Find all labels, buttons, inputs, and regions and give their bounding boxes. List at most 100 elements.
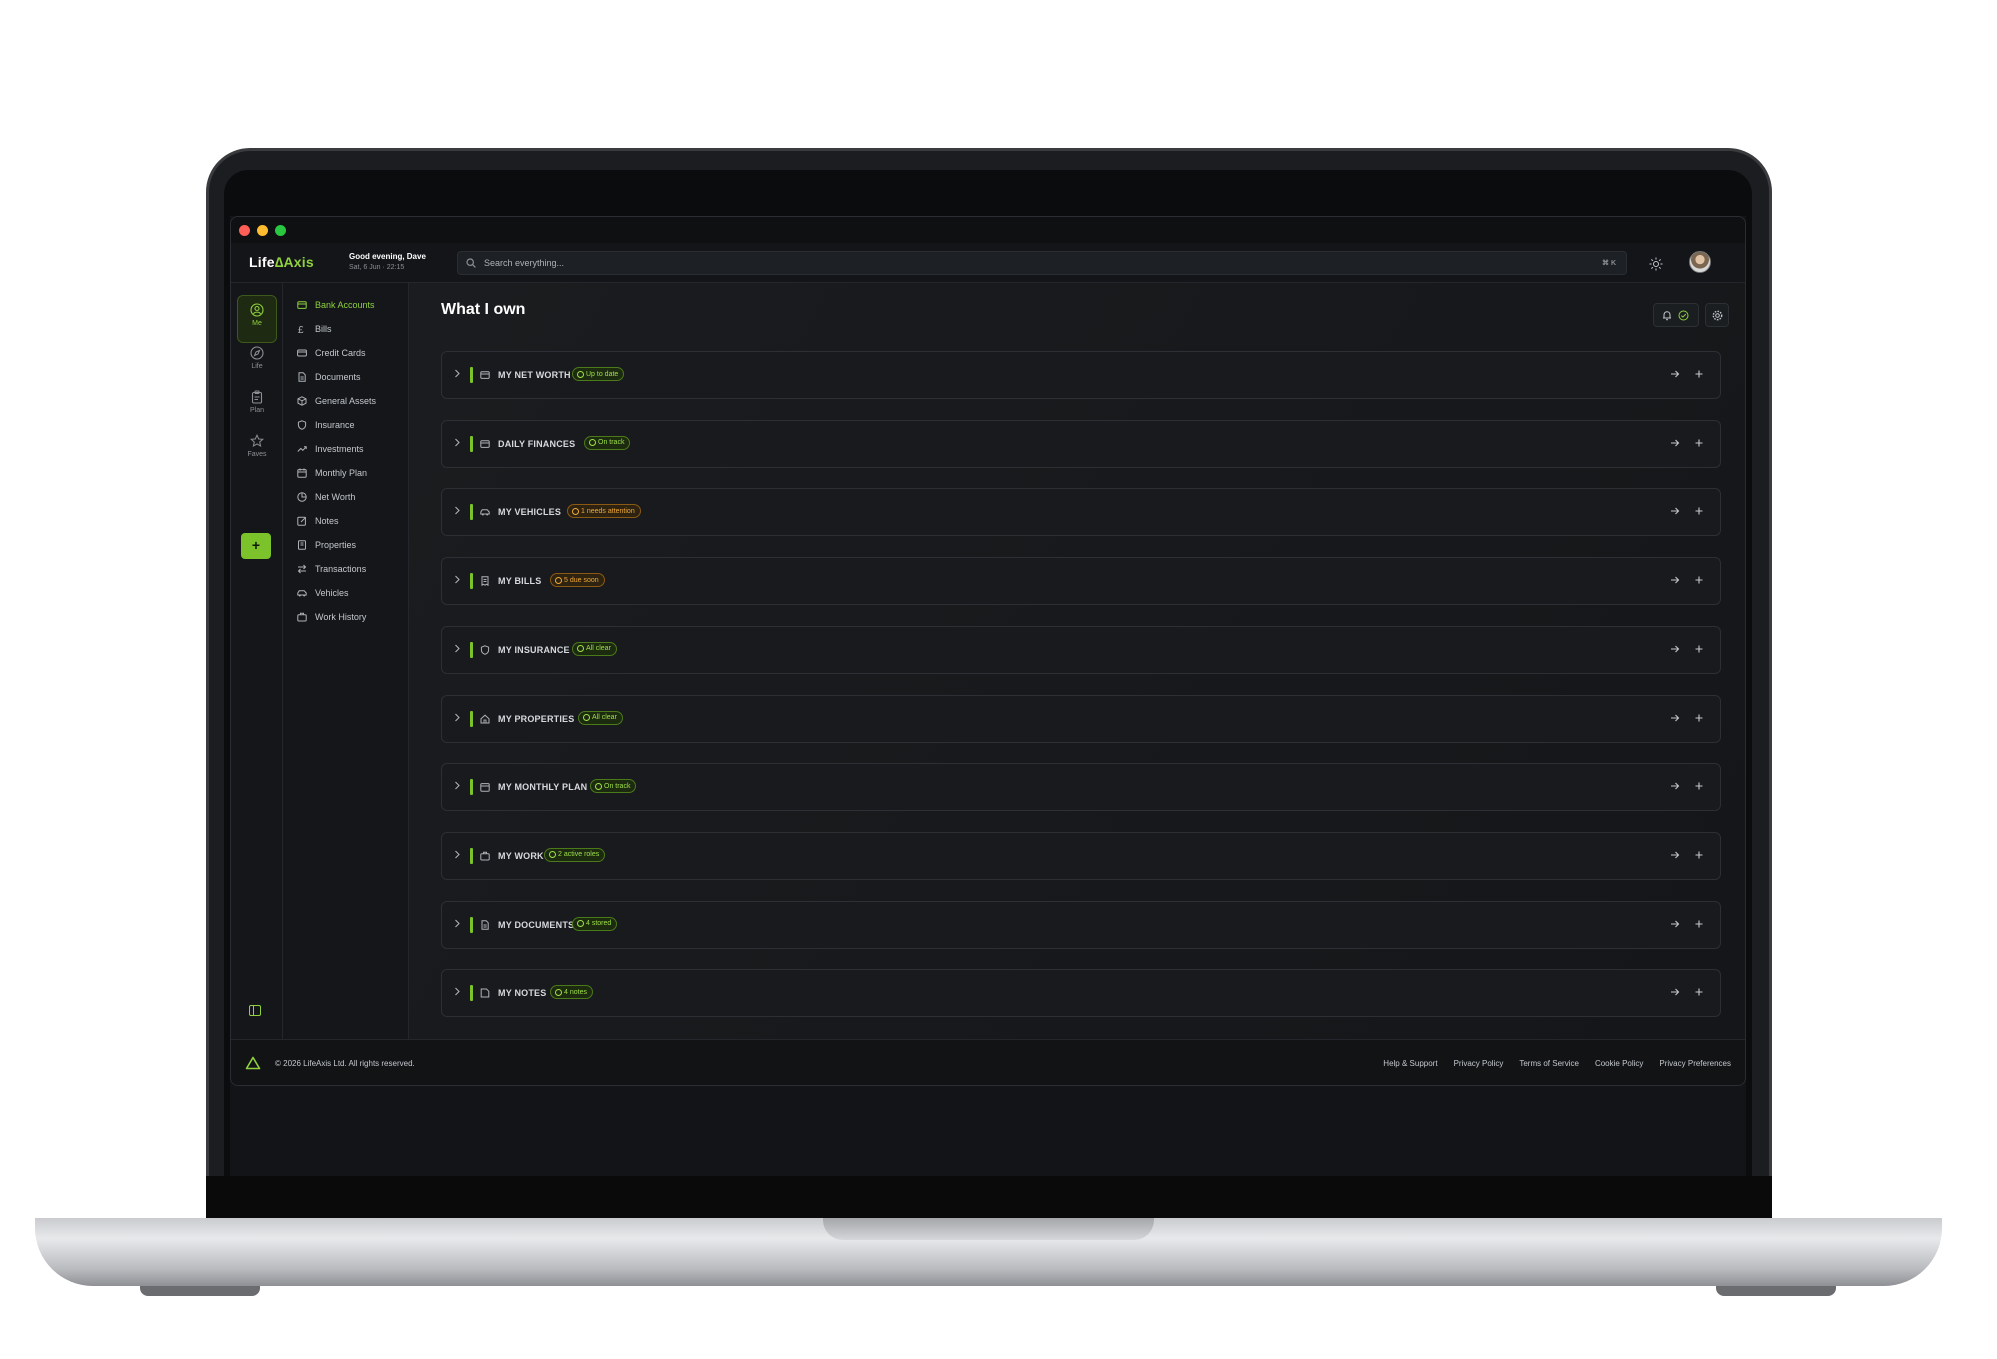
status-dot-icon <box>577 645 584 653</box>
sidebar-item-general-assets[interactable]: General Assets <box>297 393 376 409</box>
maximize-window-button[interactable] <box>275 225 286 236</box>
section-accent-bar <box>470 504 473 521</box>
sidebar-item-bills[interactable]: £ Bills <box>297 321 332 337</box>
sidebar-item-properties[interactable]: Properties <box>297 537 356 553</box>
section-row[interactable]: MY MONTHLY PLAN On track <box>441 763 1721 812</box>
plus-icon[interactable] <box>1694 713 1704 723</box>
arrow-right-icon[interactable] <box>1670 575 1680 585</box>
sidebar-item-monthly-plan[interactable]: Monthly Plan <box>297 465 367 481</box>
arrow-right-icon[interactable] <box>1670 506 1680 516</box>
rail-item-life[interactable]: Life <box>237 339 277 387</box>
notifications-button[interactable] <box>1653 303 1699 327</box>
theme-toggle-sun-icon[interactable] <box>1649 257 1663 271</box>
sidebar-item-notes[interactable]: Notes <box>297 513 339 529</box>
plus-icon[interactable] <box>1694 919 1704 929</box>
plus-icon[interactable] <box>1694 575 1704 585</box>
plus-icon[interactable] <box>1694 987 1704 997</box>
chevron-right-icon[interactable] <box>454 713 461 722</box>
sidebar-item-label: Notes <box>315 516 339 526</box>
sidebar-item-investments[interactable]: Investments <box>297 441 364 457</box>
sidebar-item-documents[interactable]: Documents <box>297 369 361 385</box>
car-icon <box>297 590 307 597</box>
sidebar-item-net-worth[interactable]: Net Worth <box>297 489 355 505</box>
section-row[interactable]: MY BILLS 5 due soon <box>441 557 1721 606</box>
app-logo[interactable]: Life∆Axis <box>249 254 314 270</box>
section-row[interactable]: DAILY FINANCES On track <box>441 419 1721 468</box>
status-badge-label: All clear <box>592 714 617 721</box>
plus-icon[interactable] <box>1694 438 1704 448</box>
status-dot-icon <box>555 988 562 996</box>
status-badge: Up to date <box>572 367 625 381</box>
settings-button[interactable] <box>1705 303 1729 327</box>
status-badge: 5 due soon <box>550 573 605 588</box>
section-title: MY DOCUMENTS <box>498 919 575 930</box>
plus-icon[interactable] <box>1694 506 1704 516</box>
chevron-right-icon[interactable] <box>454 850 461 859</box>
section-row[interactable]: MY WORK 2 active roles <box>441 831 1721 880</box>
sidebar-item-label: Credit Cards <box>315 348 366 358</box>
status-badge-label: 1 needs attention <box>581 507 635 515</box>
sidebar-item-label: Investments <box>315 444 364 454</box>
status-badge: 4 notes <box>550 985 593 1000</box>
collapse-sidebar-icon[interactable] <box>249 1005 261 1016</box>
rail-item-plan[interactable]: Plan <box>237 383 277 431</box>
footer-link-help-support[interactable]: Help & Support <box>1383 1059 1437 1068</box>
footer-link-privacy-policy[interactable]: Privacy Policy <box>1454 1059 1504 1068</box>
close-window-button[interactable] <box>239 225 250 236</box>
chevron-right-icon[interactable] <box>454 575 461 584</box>
chevron-right-icon[interactable] <box>454 506 461 515</box>
compass-icon <box>250 346 264 360</box>
arrow-right-icon[interactable] <box>1670 919 1680 929</box>
chevron-right-icon[interactable] <box>454 919 461 928</box>
sidebar-item-vehicles[interactable]: Vehicles <box>297 585 349 601</box>
footer-link-privacy-preferences[interactable]: Privacy Preferences <box>1659 1059 1731 1068</box>
minimize-window-button[interactable] <box>257 225 268 236</box>
icon-rail: Me Life Plan Faves + <box>231 283 283 1039</box>
sidebar-item-insurance[interactable]: Insurance <box>297 417 355 433</box>
chevron-right-icon[interactable] <box>454 987 461 996</box>
chevron-right-icon[interactable] <box>454 644 461 653</box>
arrow-right-icon[interactable] <box>1670 644 1680 654</box>
sidebar-item-credit-cards[interactable]: Credit Cards <box>297 345 366 361</box>
add-button[interactable]: + <box>241 533 271 559</box>
wallet-icon <box>297 301 307 309</box>
chevron-right-icon[interactable] <box>454 781 461 790</box>
main-content: What I own MY NET WORTH Up to date DAILY F… <box>409 283 1745 1039</box>
arrow-right-icon[interactable] <box>1670 713 1680 723</box>
search-bar[interactable]: Search everything... ⌘ K <box>457 251 1627 275</box>
search-input[interactable]: Search everything... <box>484 258 564 268</box>
sidebar-item-bank-accounts[interactable]: Bank Accounts <box>297 297 375 313</box>
sidebar-item-label: Transactions <box>315 564 367 574</box>
section-row[interactable]: MY VEHICLES 1 needs attention <box>441 488 1721 537</box>
user-avatar[interactable] <box>1689 251 1711 273</box>
sidebar-item-transactions[interactable]: Transactions <box>297 561 366 577</box>
top-bar: Life∆Axis Good evening, Dave Sat, 6 Jun … <box>231 243 1745 283</box>
section-row[interactable]: MY PROPERTIES All clear <box>441 694 1721 743</box>
section-accent-bar <box>470 847 473 864</box>
chevron-right-icon[interactable] <box>454 438 461 447</box>
rail-item-me[interactable]: Me <box>237 295 277 343</box>
section-row[interactable]: MY INSURANCE All clear <box>441 625 1721 674</box>
section-title: MY NOTES <box>498 988 547 999</box>
arrow-right-icon[interactable] <box>1670 438 1680 448</box>
arrow-right-icon[interactable] <box>1670 369 1680 379</box>
section-row[interactable]: MY NOTES 4 notes <box>441 969 1721 1018</box>
section-row[interactable]: MY NET WORTH Up to date <box>441 351 1721 399</box>
chevron-right-icon[interactable] <box>454 369 461 378</box>
clipboard-icon <box>251 390 263 404</box>
wallet-icon <box>480 371 490 379</box>
arrow-right-icon[interactable] <box>1670 987 1680 997</box>
plus-icon[interactable] <box>1694 644 1704 654</box>
footer-link-terms-of-service[interactable]: Terms of Service <box>1519 1059 1579 1068</box>
footer-link-cookie-policy[interactable]: Cookie Policy <box>1595 1059 1643 1068</box>
plus-icon[interactable] <box>1694 850 1704 860</box>
rail-item-faves[interactable]: Faves <box>237 427 277 475</box>
arrow-right-icon[interactable] <box>1670 781 1680 791</box>
section-row[interactable]: MY DOCUMENTS 4 stored <box>441 900 1721 949</box>
document-icon <box>481 919 489 930</box>
status-dot-icon <box>577 370 584 378</box>
arrow-right-icon[interactable] <box>1670 850 1680 860</box>
sidebar-item-work-history[interactable]: Work History <box>297 609 366 625</box>
plus-icon[interactable] <box>1694 781 1704 791</box>
plus-icon[interactable] <box>1694 369 1704 379</box>
